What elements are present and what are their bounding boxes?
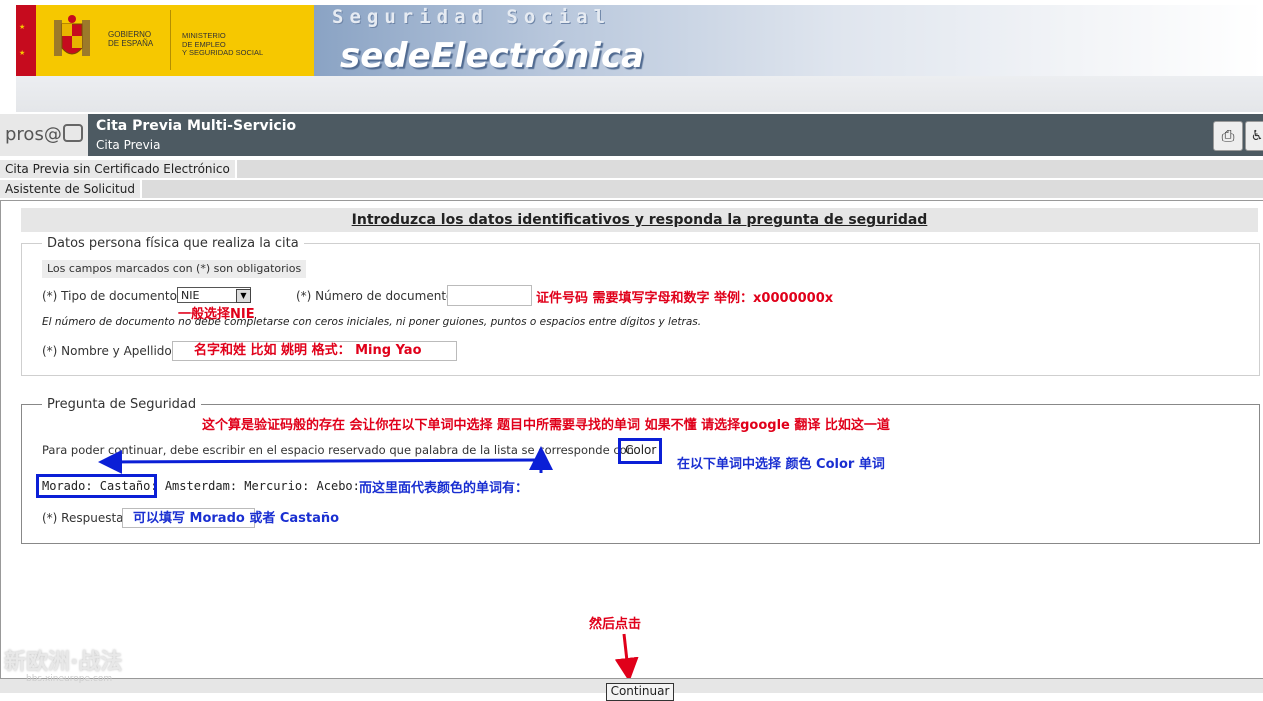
- watermark-url: bbs.xineurope.com: [26, 674, 113, 684]
- annotation-arrow-blue-left: [98, 449, 537, 474]
- annotation-arrow-red-down: [614, 633, 639, 682]
- annotation-arrows: [98, 446, 639, 682]
- continuar-button[interactable]: Continuar: [606, 683, 674, 701]
- watermark-logo: 新欧洲·战法: [4, 650, 123, 675]
